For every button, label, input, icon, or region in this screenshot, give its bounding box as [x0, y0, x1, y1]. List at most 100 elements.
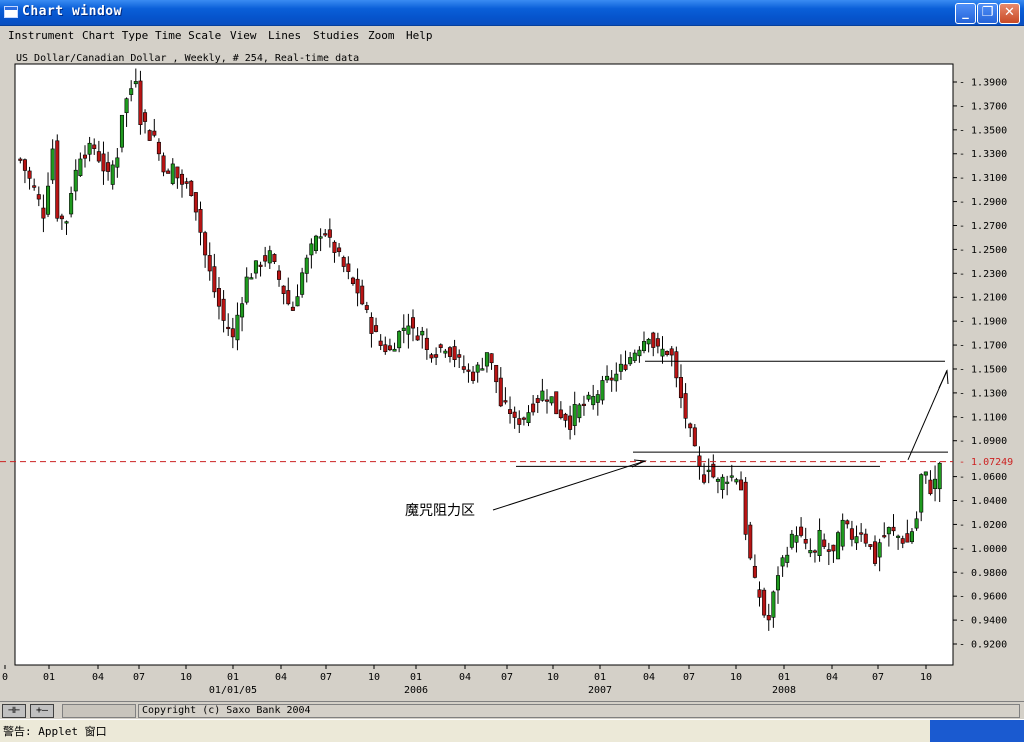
candle-down	[166, 170, 171, 174]
candle-down	[757, 589, 762, 598]
candle-down	[688, 423, 693, 429]
title-bar[interactable]: Chart window _ ❐ ✕	[0, 0, 1024, 26]
candle-down	[521, 417, 526, 420]
candle-down	[41, 207, 46, 219]
candle-up	[577, 404, 582, 419]
candle-up	[715, 478, 720, 482]
candle-down	[175, 166, 180, 179]
copyright-text: Copyright (c) Saxo Bank 2004	[138, 704, 1020, 718]
candle-down	[438, 344, 443, 348]
candle-up	[119, 114, 124, 148]
candle-up	[780, 557, 785, 567]
x-tick-label: 0	[2, 672, 8, 683]
candle-down	[216, 288, 221, 307]
y-tick-label: - 1.2900	[959, 197, 1007, 208]
x-tick-label: 10	[920, 672, 932, 683]
y-tick-label: - 0.9200	[959, 640, 1007, 651]
candle-up	[87, 142, 92, 155]
candle-up	[133, 81, 138, 85]
maximize-button[interactable]: ❐	[977, 3, 998, 24]
candle-down	[221, 298, 226, 321]
candle-up	[937, 462, 942, 490]
candle-up	[600, 380, 605, 401]
candle-down	[22, 159, 27, 171]
candle-up	[914, 518, 919, 529]
menu-zoom[interactable]: Zoom	[368, 29, 395, 42]
x-tick-label: 01	[594, 672, 606, 683]
candle-up	[484, 352, 489, 367]
candle-down	[96, 151, 101, 162]
candle-down	[826, 549, 831, 552]
candle-down	[535, 398, 540, 403]
menu-studies[interactable]: Studies	[313, 29, 359, 42]
candle-down	[457, 354, 462, 358]
candle-down	[803, 538, 808, 544]
menu-help[interactable]: Help	[406, 29, 433, 42]
x-tick-label: 10	[180, 672, 192, 683]
menu-view[interactable]: View	[230, 29, 257, 42]
plot-area[interactable]	[14, 63, 954, 666]
status-field	[62, 704, 136, 718]
menu-chart-type[interactable]: Chart Type	[82, 29, 148, 42]
menu-bar: Instrument Chart Type Time Scale View Li…	[0, 26, 1024, 46]
candle-up	[771, 591, 776, 618]
y-tick-label: - 1.3900	[959, 78, 1007, 89]
candle-up	[124, 98, 129, 114]
candle-up	[775, 575, 781, 591]
candle-up	[401, 327, 406, 331]
y-tick-label: - 1.2100	[959, 293, 1007, 304]
crosshair-tool-button[interactable]: +—	[30, 704, 54, 718]
menu-lines[interactable]: Lines	[268, 29, 301, 42]
candle-down	[410, 317, 416, 329]
x-tick-label: 04	[826, 672, 838, 683]
y-tick-label: - 1.2700	[959, 221, 1007, 232]
candle-down	[544, 399, 550, 402]
candle-up	[420, 330, 425, 336]
candle-down	[323, 233, 328, 236]
candle-up	[628, 357, 633, 365]
menu-time-scale[interactable]: Time Scale	[155, 29, 221, 42]
candle-up	[64, 221, 69, 224]
menu-instrument[interactable]: Instrument	[8, 29, 74, 42]
candle-down	[429, 354, 434, 359]
candlestick-chart[interactable]: US Dollar/Canadian Dollar , Weekly, # 25…	[0, 48, 1024, 700]
candle-down	[702, 474, 707, 483]
candle-down	[272, 254, 277, 262]
taskbar-edge	[930, 720, 1024, 742]
candle-up	[443, 350, 448, 354]
candle-up	[605, 375, 610, 381]
candle-down	[905, 533, 910, 543]
candle-up	[794, 535, 799, 543]
chart-panel[interactable]: US Dollar/Canadian Dollar , Weekly, # 25…	[0, 48, 1024, 700]
x-tick-label: 01	[43, 672, 55, 683]
annotation-label: 魔咒阻力区	[405, 503, 475, 519]
candle-up	[78, 158, 83, 176]
candle-down	[350, 277, 355, 284]
candle-up	[253, 260, 258, 274]
year-label: 2008	[772, 685, 796, 696]
candle-down	[290, 306, 295, 311]
candle-up	[480, 368, 485, 371]
candle-up	[817, 529, 822, 557]
candle-up	[73, 169, 78, 192]
candle-down	[900, 538, 905, 544]
year-label: 2006	[404, 685, 428, 696]
candle-down	[471, 371, 476, 381]
year-label: 01/01/05	[209, 685, 257, 696]
candle-up	[591, 396, 596, 406]
candle-down	[59, 215, 64, 220]
candle-down	[374, 325, 379, 332]
x-tick-label: 07	[320, 672, 332, 683]
candle-up	[46, 185, 51, 215]
candle-down	[568, 415, 573, 430]
candle-down	[387, 345, 392, 351]
candle-up	[808, 550, 813, 554]
candle-down	[434, 354, 439, 358]
minimize-button[interactable]: _	[955, 3, 976, 24]
window-title: Chart window	[22, 4, 122, 19]
candle-down	[189, 180, 194, 196]
pan-tool-button[interactable]: ⊣⊢	[2, 704, 26, 718]
close-button[interactable]: ✕	[999, 3, 1020, 24]
candle-down	[849, 528, 854, 540]
x-tick-label: 01	[227, 672, 239, 683]
